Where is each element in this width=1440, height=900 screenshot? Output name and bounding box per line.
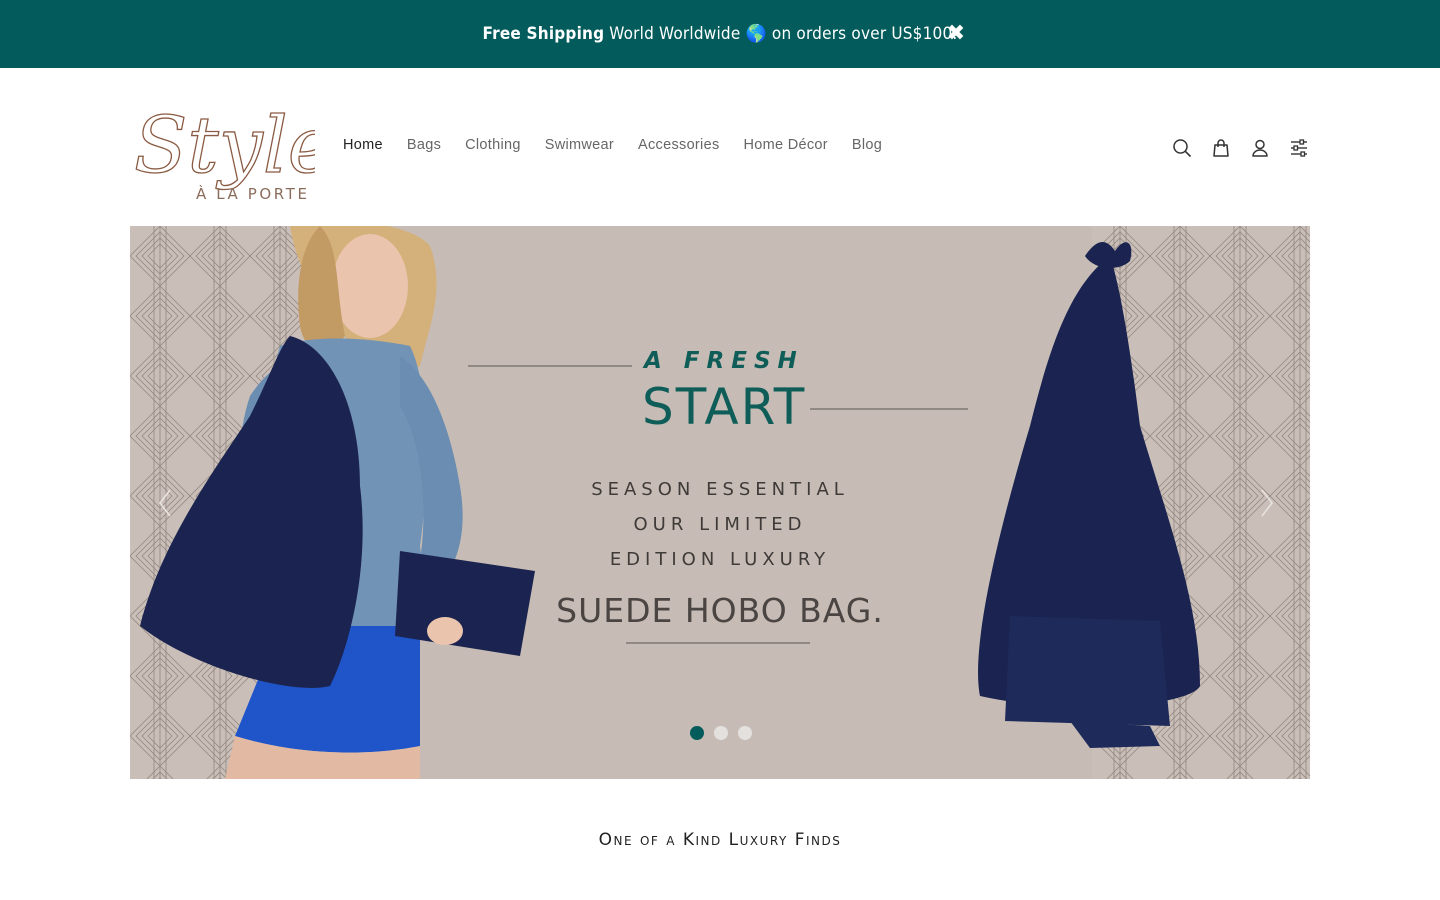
slide-dot-2[interactable]: [714, 726, 728, 740]
main-nav: Home Bags Clothing Swimwear Accessories …: [343, 137, 882, 153]
hero-line-limited: OUR LIMITED: [633, 514, 807, 535]
slide-dots: [690, 726, 752, 740]
close-icon[interactable]: ✖: [944, 22, 968, 46]
header-icons: [1172, 138, 1309, 158]
announcement-bar: Free Shipping World Worldwide 🌎 on order…: [0, 0, 1440, 68]
account-icon[interactable]: [1250, 138, 1270, 158]
nav-bags[interactable]: Bags: [407, 137, 441, 153]
section-tagline: One of a Kind Luxury Finds: [598, 830, 842, 850]
prev-slide-icon[interactable]: [152, 484, 178, 522]
nav-blog[interactable]: Blog: [852, 137, 882, 153]
hero-product-name: SUEDE HOBO BAG.: [556, 591, 884, 630]
search-icon[interactable]: [1172, 138, 1192, 158]
hero-slider: A FRESH START SEASON ESSENTIAL OUR LIMIT…: [130, 226, 1310, 779]
nav-home-decor[interactable]: Home Décor: [744, 137, 828, 153]
right-clutch: [1005, 616, 1170, 726]
nav-home[interactable]: Home: [343, 137, 383, 153]
hero-line-season: SEASON ESSENTIAL: [591, 479, 849, 500]
slide-dot-1[interactable]: [690, 726, 704, 740]
hero-artwork: [130, 226, 1310, 779]
announcement-bold: Free Shipping: [482, 24, 605, 44]
bag-icon[interactable]: [1211, 138, 1231, 158]
hero-line-edition: EDITION LUXURY: [609, 549, 831, 570]
logo-subtitle: À LA PORTE: [196, 185, 310, 203]
next-slide-icon[interactable]: [1254, 484, 1280, 522]
nav-accessories[interactable]: Accessories: [638, 137, 719, 153]
site-header: Style À LA PORTE Home Bags Clothing Swim…: [0, 68, 1440, 226]
logo[interactable]: Style À LA PORTE: [130, 86, 334, 204]
announcement-text: Free Shipping World Worldwide 🌎 on order…: [483, 24, 958, 44]
filter-icon[interactable]: [1289, 138, 1309, 158]
slide-dot-3[interactable]: [738, 726, 752, 740]
hero-heading-small: A FRESH: [644, 348, 804, 374]
hero-heading-large: START: [642, 378, 807, 436]
announcement-message: World Worldwide 🌎 on orders over US$100.: [609, 24, 958, 44]
logo-script-text: Style: [134, 101, 315, 191]
nav-clothing[interactable]: Clothing: [465, 137, 521, 153]
nav-swimwear[interactable]: Swimwear: [545, 137, 614, 153]
